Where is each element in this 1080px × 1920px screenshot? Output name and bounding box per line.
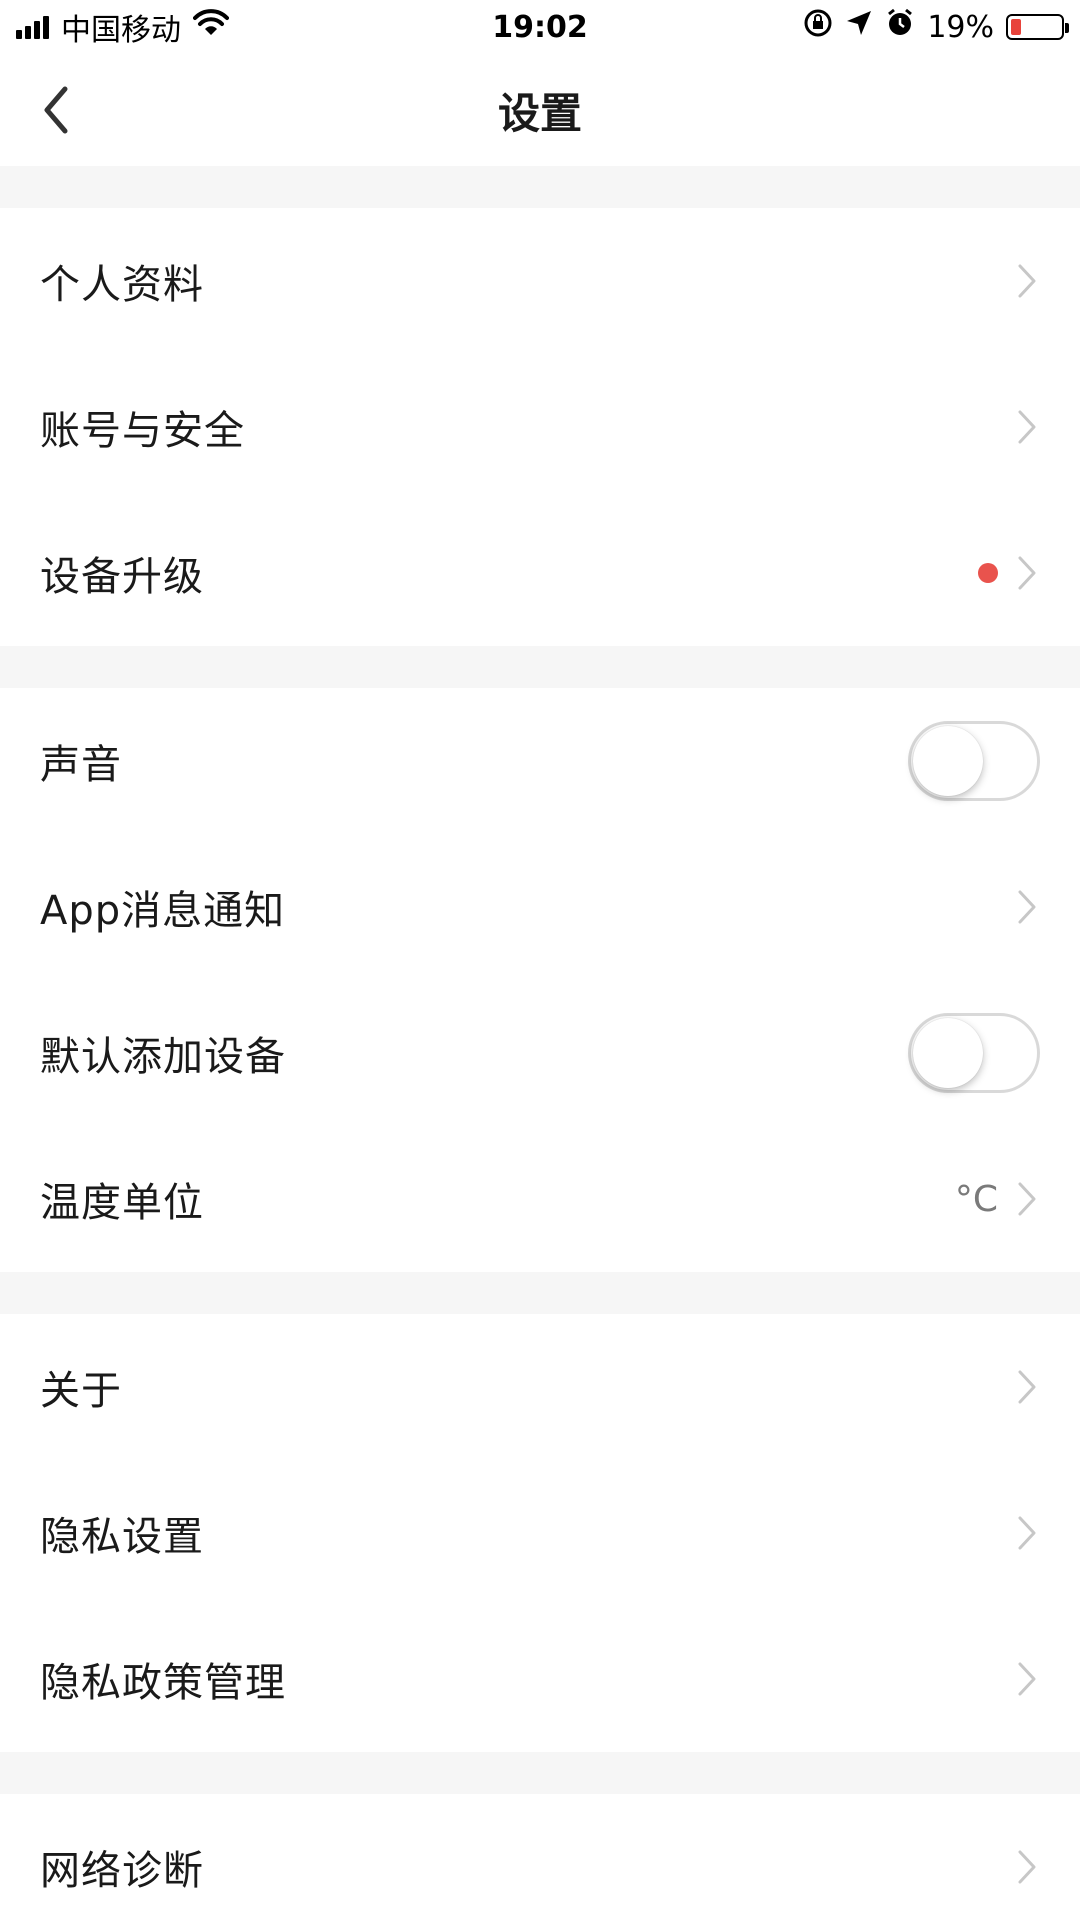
alarm-icon (885, 8, 915, 46)
settings-screen: 中国移动 19% 19:02 设置 个人资料 账号与安全 设备升级 声音 App… (0, 0, 1080, 1920)
nav-bar: 设置 (0, 54, 1080, 166)
settings-row-control (1014, 887, 1040, 927)
battery-percent: 19% (927, 9, 994, 45)
chevron-right-icon (1014, 887, 1040, 927)
settings-row[interactable]: 网络诊断 (0, 1794, 1080, 1920)
settings-row[interactable]: 关于 (0, 1314, 1080, 1460)
toggle-switch[interactable] (908, 1013, 1040, 1093)
settings-row-label: App消息通知 (40, 888, 286, 934)
settings-row[interactable]: 默认添加设备 (0, 980, 1080, 1126)
orientation-lock-icon (803, 8, 833, 46)
toggle-knob (913, 1018, 983, 1088)
settings-row-control (1014, 1367, 1040, 1407)
update-badge-dot (978, 563, 998, 583)
carrier-label: 中国移动 (61, 13, 181, 48)
settings-row-label: 设备升级 (40, 554, 204, 600)
chevron-right-icon (1014, 1659, 1040, 1699)
settings-row[interactable]: 声音 (0, 688, 1080, 834)
settings-row-control: °C (955, 1179, 1040, 1220)
settings-row-label: 默认添加设备 (40, 1034, 286, 1080)
section-gap (0, 1752, 1080, 1794)
settings-row[interactable]: 设备升级 (0, 500, 1080, 646)
settings-row[interactable]: 温度单位 °C (0, 1126, 1080, 1272)
battery-level (1011, 19, 1021, 35)
settings-row[interactable]: 账号与安全 (0, 354, 1080, 500)
settings-row[interactable]: 隐私政策管理 (0, 1606, 1080, 1752)
page-title: 设置 (497, 88, 582, 138)
toggle-knob (913, 726, 983, 796)
settings-row-label: 隐私政策管理 (40, 1660, 286, 1706)
settings-row-label: 账号与安全 (40, 408, 245, 454)
status-right: 19% (803, 8, 1069, 46)
settings-row-label: 隐私设置 (40, 1514, 204, 1560)
wifi-icon (193, 9, 229, 45)
settings-row-control (908, 1013, 1040, 1093)
settings-row[interactable]: 个人资料 (0, 208, 1080, 354)
settings-row-label: 声音 (40, 742, 122, 788)
battery-icon (1006, 14, 1069, 40)
settings-row-control (1014, 261, 1040, 301)
settings-row-control (908, 721, 1040, 801)
settings-row[interactable]: App消息通知 (0, 834, 1080, 980)
settings-row-value: °C (954, 1178, 998, 1220)
section-gap (0, 1272, 1080, 1314)
settings-row-control (1014, 1513, 1040, 1553)
settings-row-label: 关于 (40, 1368, 122, 1414)
chevron-right-icon (1014, 261, 1040, 301)
settings-row-control (1014, 407, 1040, 447)
settings-row-control (1014, 1847, 1040, 1887)
settings-row[interactable]: 隐私设置 (0, 1460, 1080, 1606)
settings-row-label: 网络诊断 (40, 1848, 204, 1894)
signal-icon (16, 15, 49, 39)
location-arrow-icon (845, 9, 873, 45)
settings-row-control (1014, 1659, 1040, 1699)
chevron-right-icon (1014, 1847, 1040, 1887)
chevron-right-icon (1014, 407, 1040, 447)
chevron-right-icon (1014, 1367, 1040, 1407)
chevron-right-icon (1014, 1179, 1040, 1219)
section-gap (0, 166, 1080, 208)
status-bar: 中国移动 19% 19:02 (0, 0, 1080, 54)
settings-list: 个人资料账号与安全设备升级声音 App消息通知 默认添加设备 温度单位 °C 关于隐私设置… (0, 166, 1080, 1920)
settings-row-label: 温度单位 (40, 1180, 204, 1226)
settings-row-control (978, 553, 1040, 593)
chevron-right-icon (1014, 553, 1040, 593)
chevron-right-icon (1014, 1513, 1040, 1553)
chevron-left-icon (44, 86, 68, 134)
back-button[interactable] (28, 82, 84, 138)
toggle-switch[interactable] (908, 721, 1040, 801)
section-gap (0, 646, 1080, 688)
status-left: 中国移动 (16, 5, 229, 49)
settings-row-label: 个人资料 (40, 262, 204, 308)
